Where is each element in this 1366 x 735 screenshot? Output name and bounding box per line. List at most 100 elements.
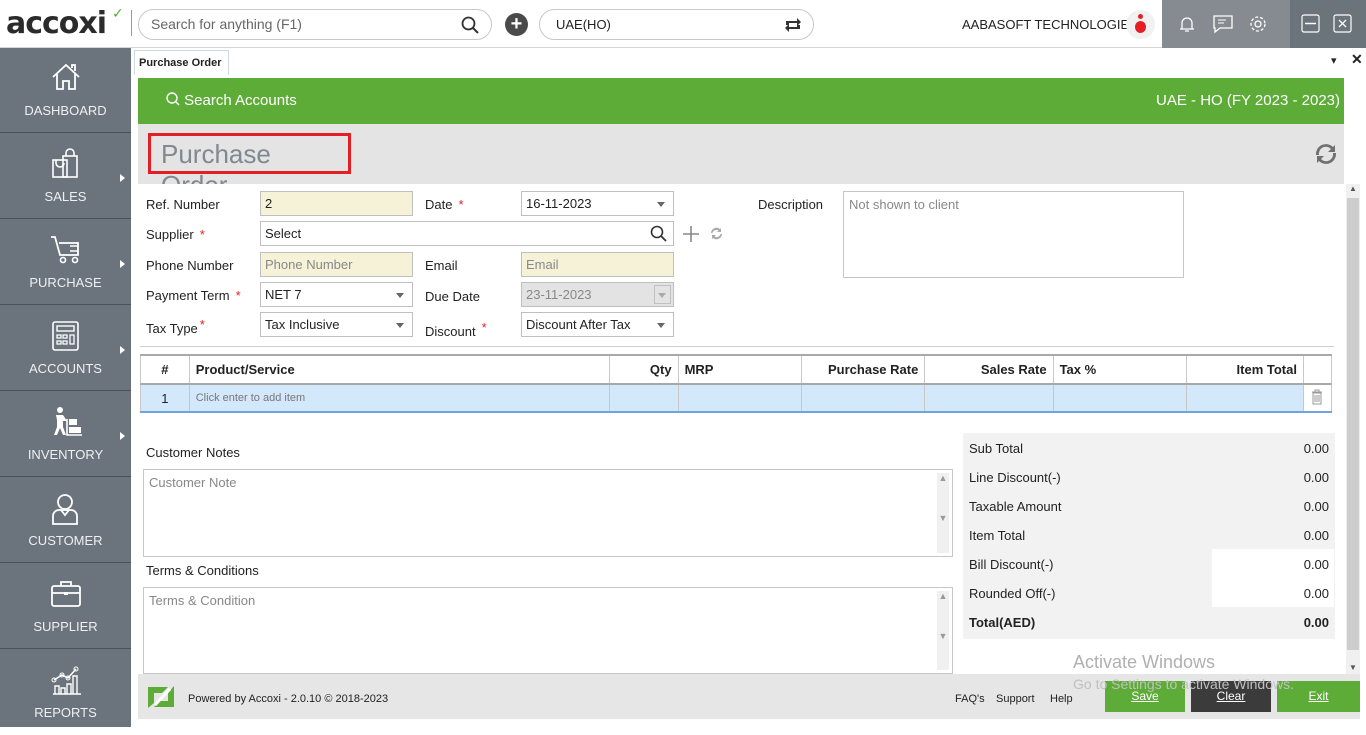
payment-term-label: Payment Term *	[146, 288, 241, 303]
terms-textarea[interactable]: Terms & Condition ▲ ▼	[143, 587, 953, 674]
purchase-rate-cell[interactable]	[800, 383, 926, 413]
module-header: Search Accounts UAE - HO (FY 2023 - 2023…	[138, 78, 1344, 124]
scroll-up-icon[interactable]: ▲	[1349, 184, 1357, 193]
textarea-scrollbar[interactable]: ▲ ▼	[937, 473, 949, 553]
powered-by-text: Powered by Accoxi - 2.0.10 © 2018-2023	[188, 693, 389, 705]
bell-icon[interactable]	[1177, 14, 1197, 34]
sidebar-item-supplier[interactable]: SUPPLIER	[0, 564, 131, 649]
description-textarea[interactable]: Not shown to client	[843, 191, 1184, 278]
textarea-scrollbar[interactable]: ▲ ▼	[937, 591, 949, 670]
items-table: # Product/Service Qty MRP Purchase Rate …	[140, 354, 1333, 413]
tax-type-label: Tax Type *	[146, 317, 205, 336]
add-supplier-icon[interactable]	[682, 225, 700, 243]
summary-row-bill-discount[interactable]: Bill Discount(-) 0.00	[963, 549, 1335, 578]
global-search-input[interactable]: Search for anything (F1)	[138, 9, 492, 40]
discount-label: Discount *	[425, 320, 487, 339]
tab-purchase-order[interactable]: Purchase Order	[134, 50, 229, 75]
qty-cell[interactable]	[608, 383, 679, 413]
supplier-label: Supplier *	[146, 227, 205, 242]
accoxi-logo: accoxi ✓	[6, 6, 124, 41]
tax-type-value: Tax Inclusive	[265, 317, 340, 332]
windows-activation-subtext: Go to Settings to activate Windows.	[1073, 676, 1294, 692]
sidebar-item-dashboard[interactable]: DASHBOARD	[0, 48, 131, 133]
summary-row-line-discount: Line Discount(-) 0.00	[969, 470, 1329, 485]
due-date-picker: 23-11-2023	[521, 282, 674, 307]
refresh-icon[interactable]	[1312, 138, 1340, 170]
sidebar-item-sales[interactable]: SALES	[0, 134, 131, 219]
minimize-icon[interactable]	[1301, 14, 1320, 33]
user-avatar[interactable]	[1126, 10, 1155, 39]
close-tab-icon[interactable]: ✕	[1351, 51, 1363, 68]
search-icon[interactable]	[650, 225, 667, 242]
supplier-select[interactable]: Select	[260, 221, 674, 246]
faq-link[interactable]: FAQ's	[955, 693, 985, 705]
branch-selector[interactable]: UAE(HO)	[539, 9, 814, 40]
search-accounts-button[interactable]: Search Accounts	[166, 92, 297, 109]
sidebar-label: SALES	[44, 189, 87, 204]
product-cell[interactable]: Click enter to add item	[188, 383, 610, 413]
divider	[131, 10, 132, 36]
accoxi-footer-logo	[148, 686, 174, 708]
sidebar-label: SUPPLIER	[33, 619, 98, 634]
date-value: 16-11-2023	[526, 196, 592, 211]
due-date-label: Due Date	[425, 289, 480, 304]
support-link[interactable]: Support	[996, 693, 1035, 705]
chevron-right-icon	[120, 260, 125, 268]
sidebar-item-purchase[interactable]: PURCHASE	[0, 220, 131, 305]
switch-branch-icon[interactable]	[783, 16, 803, 34]
company-menu[interactable]: AABASOFT TECHNOLOGIES▶	[962, 17, 1149, 32]
search-icon[interactable]	[461, 16, 479, 34]
fiscal-year-label: UAE - HO (FY 2023 - 2023)	[1156, 92, 1340, 109]
windows-activation-watermark: Activate Windows	[1073, 652, 1216, 672]
tax-type-select[interactable]: Tax Inclusive	[260, 312, 413, 337]
sidebar-item-accounts[interactable]: ACCOUNTS	[0, 306, 131, 391]
close-app-icon[interactable]	[1333, 14, 1352, 33]
customer-notes-placeholder: Customer Note	[149, 475, 237, 490]
sidebar-label: INVENTORY	[27, 447, 104, 462]
terms-label: Terms & Conditions	[146, 563, 259, 578]
scroll-down-icon[interactable]: ▼	[1349, 663, 1357, 672]
chevron-down-icon	[396, 323, 404, 328]
message-icon[interactable]	[1212, 14, 1234, 34]
ref-number-input[interactable]: 2	[260, 191, 413, 216]
scrollbar-thumb[interactable]	[1347, 198, 1359, 650]
tax-cell[interactable]	[1052, 383, 1187, 413]
trash-icon[interactable]	[1311, 389, 1323, 405]
chevron-down-icon	[657, 202, 665, 207]
tab-list-dropdown-icon[interactable]: ▾	[1331, 54, 1337, 67]
home-icon	[52, 63, 80, 90]
payment-term-value: NET 7	[265, 287, 302, 302]
discount-select[interactable]: Discount After Tax	[521, 312, 674, 337]
table-row[interactable]: 1 Click enter to add item	[140, 383, 1333, 413]
chevron-down-icon	[396, 293, 404, 298]
mrp-cell[interactable]	[677, 383, 802, 413]
add-new-icon[interactable]: +	[505, 13, 528, 36]
sidebar-item-inventory[interactable]: INVENTORY	[0, 392, 131, 477]
payment-term-select[interactable]: NET 7	[260, 282, 413, 307]
form-scrollbar[interactable]: ▲ ▼	[1346, 184, 1360, 674]
refresh-supplier-icon[interactable]	[708, 225, 725, 242]
sidebar-item-customer[interactable]: CUSTOMER	[0, 478, 131, 563]
date-picker[interactable]: 16-11-2023	[521, 191, 674, 216]
row-number: 1	[140, 383, 190, 413]
settings-gear-icon[interactable]	[1248, 14, 1268, 34]
help-link[interactable]: Help	[1050, 693, 1073, 705]
terms-placeholder: Terms & Condition	[149, 593, 256, 608]
search-icon	[166, 92, 180, 106]
page-title-bar: Purchase Order	[138, 124, 1344, 200]
email-placeholder: Email	[526, 257, 559, 272]
summary-row-rounded-off[interactable]: Rounded Off(-) 0.00	[963, 578, 1335, 607]
purchase-order-form: Ref. Number 2 Date * 16-11-2023 Supplier *…	[138, 184, 1344, 674]
phone-input[interactable]: Phone Number	[260, 252, 413, 277]
due-date-value: 23-11-2023	[526, 287, 592, 302]
summary-row-taxable-amount: Taxable Amount 0.00	[969, 499, 1329, 514]
sidebar-item-reports[interactable]: REPORTS	[0, 650, 131, 735]
shopping-bag-icon	[52, 148, 78, 178]
email-input[interactable]: Email	[521, 252, 674, 277]
customer-notes-textarea[interactable]: Customer Note ▲ ▼	[143, 469, 953, 557]
ref-number-label: Ref. Number	[146, 197, 220, 212]
phone-label: Phone Number	[146, 258, 234, 273]
sales-rate-cell[interactable]	[924, 383, 1054, 413]
col-qty: Qty	[608, 354, 679, 385]
delete-cell[interactable]	[1302, 383, 1333, 413]
